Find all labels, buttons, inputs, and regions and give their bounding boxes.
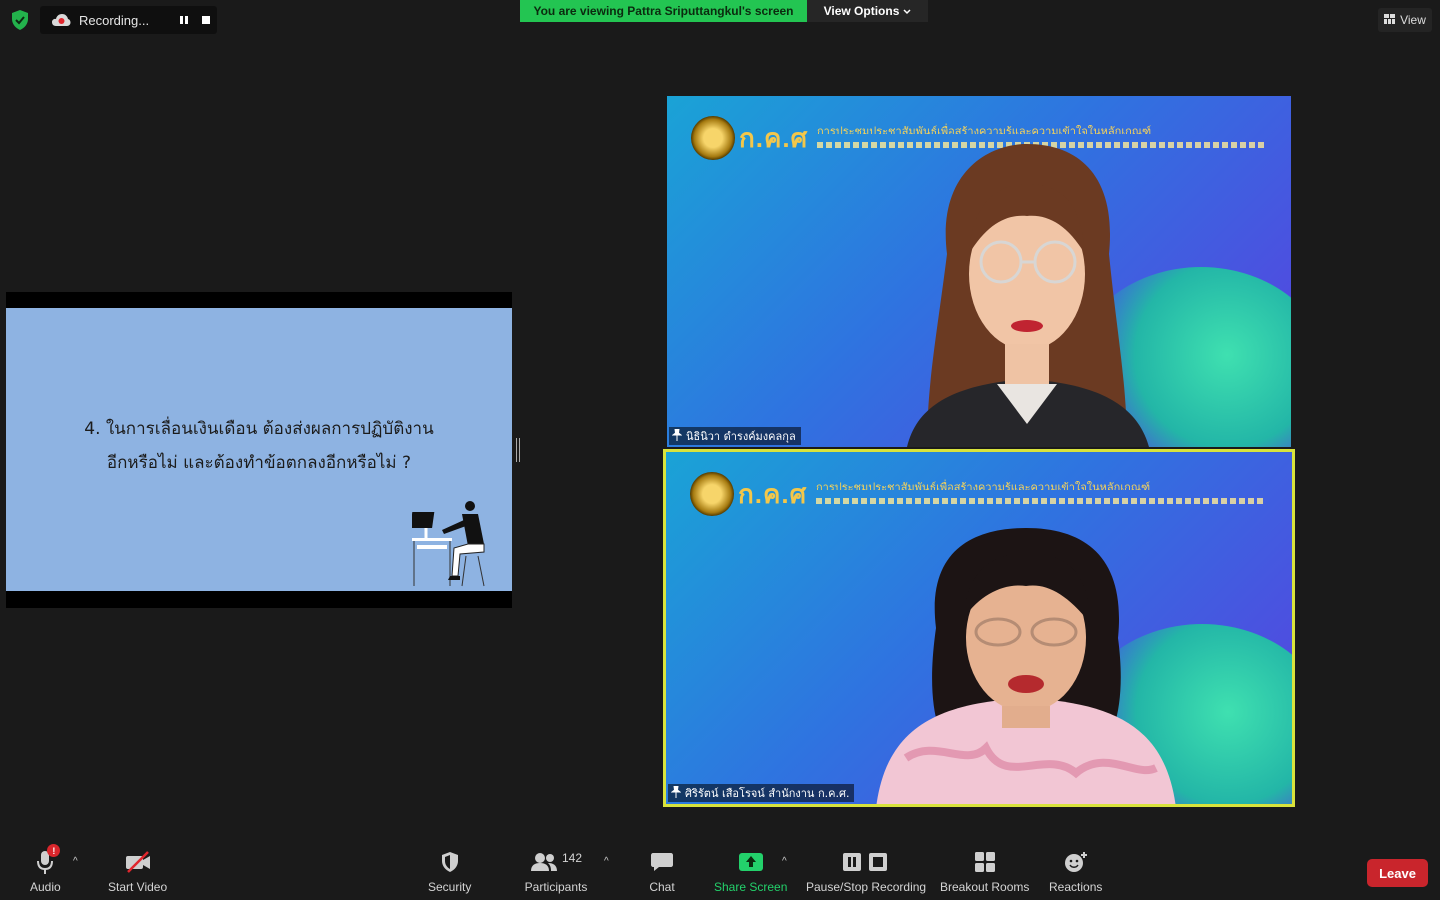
encryption-shield-icon[interactable]	[10, 9, 30, 31]
audio-label: Audio	[30, 880, 61, 894]
grid-view-icon	[1384, 13, 1396, 27]
view-options-label: View Options	[823, 4, 900, 18]
participants-options-caret-icon[interactable]: ^	[604, 856, 609, 867]
background-banner-subtitle	[816, 498, 1266, 504]
recording-label: Recording...	[79, 12, 150, 28]
breakout-rooms-grid-icon	[970, 848, 1000, 876]
background-banner-title: การประชุมประชาสัมพันธ์เพื่อสร้างความรู้แ…	[817, 126, 1152, 134]
split-view-divider-handle[interactable]	[516, 438, 520, 462]
slide-line-2: อีกหรือไม่ และต้องทำข้อตกลงอีกหรือไม่ ?	[106, 453, 412, 473]
video-off-icon	[123, 848, 153, 876]
logo-text: ก.ค.ศ	[738, 478, 808, 509]
presentation-slide: 4. ในการเลื่อนเงินเดือน ต้องส่งผลการปฏิบ…	[6, 308, 512, 591]
participant-name: ศิริรัตน์ เสือโรจน์ สำนักงาน ก.ค.ศ.	[685, 787, 850, 800]
security-shield-icon	[435, 848, 465, 876]
reactions-button[interactable]: Reactions	[1049, 848, 1102, 894]
ksk-logo: ก.ค.ศ	[690, 472, 807, 516]
cloud-recording-icon	[51, 13, 71, 27]
chat-button[interactable]: Chat	[647, 848, 677, 894]
seal-emblem-icon	[691, 116, 735, 160]
logo-text: ก.ค.ศ	[739, 122, 809, 153]
chevron-down-icon	[903, 4, 911, 18]
audio-button[interactable]: ! Audio	[30, 844, 61, 894]
share-screen-arrow-icon	[736, 848, 766, 876]
participants-button[interactable]: 142 Participants	[524, 848, 588, 894]
participant-count: 142	[561, 851, 583, 865]
video-tile-participant-1[interactable]: ก.ค.ศ การประชุมประชาสัมพันธ์เพื่อสร้างคว…	[667, 96, 1291, 447]
participants-label: Participants	[524, 880, 588, 894]
start-video-label: Start Video	[108, 880, 168, 894]
shared-screen[interactable]: 4. ในการเลื่อนเงินเดือน ต้องส่งผลการปฏิบ…	[6, 292, 512, 608]
reactions-label: Reactions	[1049, 880, 1103, 894]
start-video-button[interactable]: Start Video	[108, 848, 167, 894]
share-screen-label: Share Screen	[714, 880, 788, 894]
microphone-icon: !	[30, 844, 61, 876]
pause-stop-recording-button[interactable]: Pause/Stop Recording	[806, 848, 926, 894]
chat-label: Chat	[649, 880, 675, 894]
view-label: View	[1400, 13, 1426, 27]
person-at-computer-illustration	[410, 500, 492, 588]
recording-indicator: Recording...	[40, 6, 217, 34]
participant-name-tag: ศิริรัตน์ เสือโรจน์ สำนักงาน ก.ค.ศ.	[668, 784, 855, 802]
leave-meeting-button[interactable]: Leave	[1367, 859, 1428, 887]
seal-emblem-icon	[690, 472, 734, 516]
meeting-toolbar: ! Audio ^ Start Video Security 142 Parti…	[0, 838, 1440, 900]
view-options-button[interactable]: View Options	[807, 0, 928, 22]
slide-line-1: 4. ในการเลื่อนเงินเดือน ต้องส่งผลการปฏิบ…	[84, 419, 434, 439]
chat-bubble-icon	[647, 848, 677, 876]
pause-stop-recording-label: Pause/Stop Recording	[806, 880, 927, 894]
pin-icon	[670, 785, 682, 801]
view-layout-button[interactable]: View	[1378, 8, 1432, 32]
pin-icon	[671, 428, 683, 444]
participant-video-feed	[907, 144, 1149, 447]
participant-name-tag: นิธินิวา ดำรงค์มงคลกุล	[669, 427, 801, 445]
slide-text: 4. ในการเลื่อนเงินเดือน ต้องส่งผลการปฏิบ…	[6, 412, 512, 480]
security-label: Security	[428, 880, 472, 894]
audio-alert-badge: !	[47, 844, 61, 857]
zoom-meeting-window: Recording... You are viewing Pattra Srip…	[0, 0, 1440, 900]
background-banner-title: การประชุมประชาสัมพันธ์เพื่อสร้างความรู้แ…	[816, 482, 1151, 490]
pause-stop-recording-icon	[836, 848, 896, 876]
participant-video-feed	[876, 528, 1176, 804]
pause-recording-icon[interactable]	[177, 13, 191, 27]
stop-recording-icon[interactable]	[199, 13, 213, 27]
security-button[interactable]: Security	[428, 848, 471, 894]
video-tile-participant-2-active-speaker[interactable]: ก.ค.ศ การประชุมประชาสัมพันธ์เพื่อสร้างคว…	[663, 449, 1295, 807]
share-screen-button[interactable]: Share Screen	[714, 848, 787, 894]
breakout-rooms-label: Breakout Rooms	[940, 880, 1030, 894]
participant-name: นิธินิวา ดำรงค์มงคลกุล	[686, 430, 796, 443]
breakout-rooms-button[interactable]: Breakout Rooms	[940, 848, 1029, 894]
ksk-logo: ก.ค.ศ	[691, 116, 808, 160]
share-screen-options-caret-icon[interactable]: ^	[782, 856, 787, 867]
audio-options-caret-icon[interactable]: ^	[73, 856, 78, 867]
smiley-reaction-icon	[1061, 848, 1091, 876]
participants-icon: 142	[524, 848, 588, 876]
viewing-screen-banner: You are viewing Pattra Sriputtangkul's s…	[520, 0, 807, 22]
